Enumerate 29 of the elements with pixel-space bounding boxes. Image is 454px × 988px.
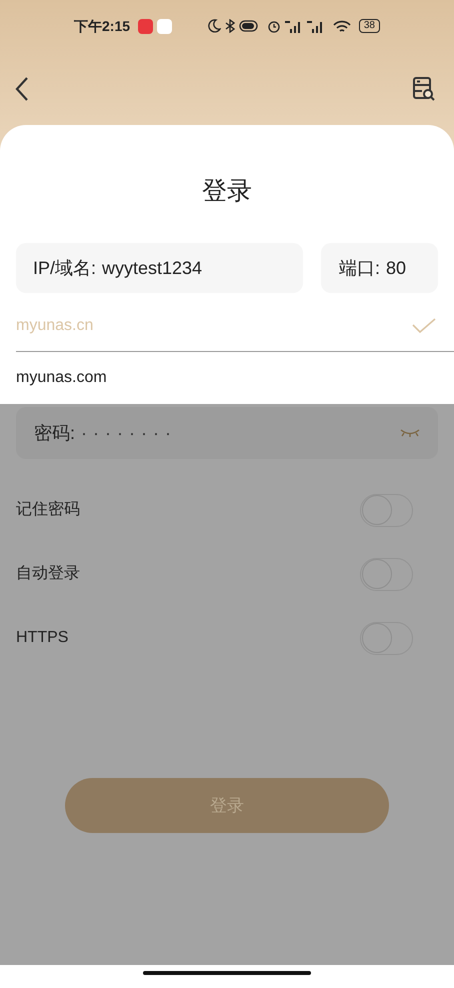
check-icon xyxy=(412,318,436,334)
field-label: 端口: xyxy=(339,256,380,280)
option-label: HTTPS xyxy=(16,628,70,648)
host-field[interactable]: IP/域名: wyytest1234 xyxy=(16,243,303,293)
battery-level: 38 xyxy=(358,19,380,33)
option-label: 自动登录 xyxy=(16,564,81,584)
signal-icon xyxy=(306,20,325,32)
domain-suggestion[interactable]: myunas.com xyxy=(16,352,454,404)
app-icon xyxy=(138,18,154,34)
moon-icon xyxy=(206,19,221,33)
field-value: wyytest1234 xyxy=(102,256,202,280)
battery-saver-icon xyxy=(238,20,259,32)
status-time: 下午2:15 xyxy=(74,16,130,36)
server-search-icon[interactable] xyxy=(412,76,436,102)
field-value: 80 xyxy=(386,256,406,280)
app-icon xyxy=(157,18,172,34)
port-field[interactable]: 端口: 80 xyxy=(321,243,438,293)
signal-icon xyxy=(284,20,303,32)
field-label: IP/域名: xyxy=(33,256,96,280)
home-indicator[interactable] xyxy=(143,971,311,975)
page-title: 登录 xyxy=(201,176,253,207)
bluetooth-icon xyxy=(224,19,235,33)
password-field[interactable]: 密码: ········ xyxy=(16,407,438,459)
field-label: 密码: xyxy=(34,422,76,444)
eye-closed-icon[interactable] xyxy=(400,428,420,438)
option-label: 记住密码 xyxy=(16,500,81,520)
wifi-icon xyxy=(332,20,351,32)
alarm-icon xyxy=(266,19,281,33)
masked-password: ········ xyxy=(81,422,177,444)
